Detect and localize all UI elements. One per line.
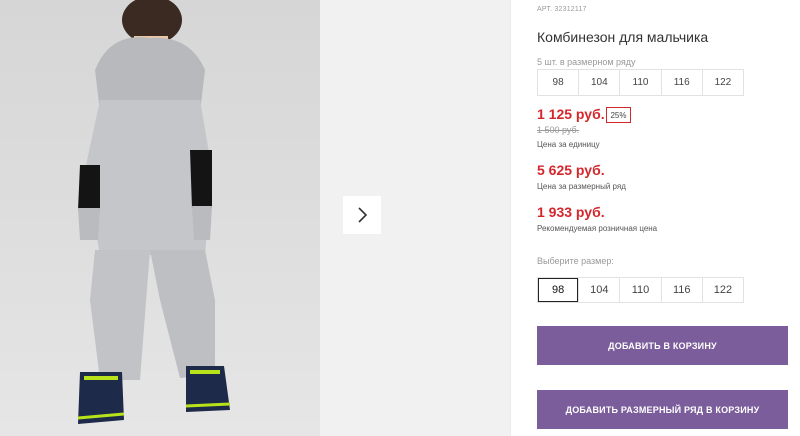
add-to-cart-button[interactable]: ДОБАВИТЬ В КОРЗИНУ (537, 326, 788, 365)
panel-divider (510, 0, 511, 436)
size-row-cell: 110 (619, 70, 660, 95)
product-info-panel: АРТ. 32312117 Комбинезон для мальчика 5 … (537, 0, 800, 436)
size-option-116[interactable]: 116 (660, 278, 702, 302)
product-gallery (0, 0, 510, 436)
size-row-cell: 98 (552, 77, 564, 88)
old-price: 1 500 руб. (537, 125, 580, 135)
boy-jumpsuit-image (77, 0, 231, 424)
size-row-cell: 116 (660, 70, 702, 95)
chevron-right-icon (358, 207, 368, 223)
choose-size-label: Выберите размер: (537, 256, 614, 266)
size-row-price: 5 625 руб. (537, 162, 605, 178)
size-option-110[interactable]: 110 (619, 278, 660, 302)
size-option-104[interactable]: 104 (578, 278, 619, 302)
size-row-cell: 104 (578, 70, 619, 95)
size-option-122[interactable]: 122 (701, 278, 743, 302)
size-row-cell: 122 (701, 70, 743, 95)
size-option-98[interactable]: 98 (538, 278, 579, 302)
size-row-label: 5 шт. в размерном ряду (537, 57, 636, 67)
add-size-row-to-cart-button[interactable]: ДОБАВИТЬ РАЗМЕРНЫЙ РЯД В КОРЗИНУ (537, 390, 788, 429)
unit-price: 1 125 руб. (537, 106, 605, 122)
gallery-next-button[interactable] (343, 196, 381, 234)
retail-price-caption: Рекомендуемая розничная цена (537, 224, 658, 233)
article-number: АРТ. 32312117 (537, 6, 587, 13)
size-row-price-caption: Цена за размерный ряд (537, 182, 626, 191)
product-photo[interactable] (0, 0, 320, 436)
size-picker: 98 104 110 116 122 (537, 277, 744, 303)
size-row-table: 98 104 110 116 122 (537, 69, 744, 96)
discount-badge: 25% (606, 107, 631, 123)
retail-price: 1 933 руб. (537, 204, 605, 220)
product-title: Комбинезон для мальчика (537, 29, 709, 45)
unit-price-caption: Цена за единицу (537, 140, 600, 149)
